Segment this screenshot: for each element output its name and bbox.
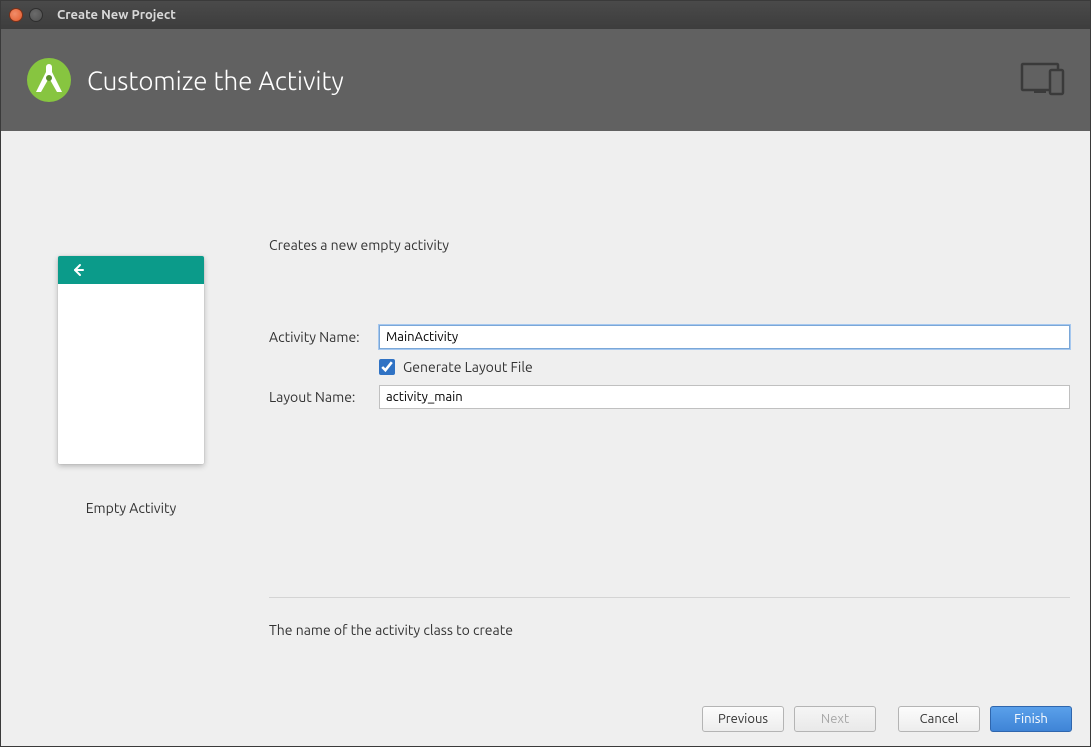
window-minimize-button[interactable] [29, 8, 43, 22]
wizard-footer: Previous Next Cancel Finish [1, 692, 1090, 746]
field-hint: The name of the activity class to create [269, 622, 1070, 638]
device-icon [1020, 61, 1066, 100]
next-button: Next [794, 706, 876, 732]
layout-name-input[interactable] [379, 385, 1070, 409]
activity-preview [58, 256, 204, 464]
activity-name-input[interactable] [379, 325, 1070, 349]
window-close-button[interactable] [9, 8, 23, 22]
divider [269, 597, 1070, 598]
wizard-header: Customize the Activity [1, 29, 1090, 131]
preview-body [58, 284, 204, 464]
android-studio-logo-icon [25, 56, 73, 104]
wizard-description: Creates a new empty activity [269, 237, 1070, 253]
preview-appbar [58, 256, 204, 284]
finish-button[interactable]: Finish [990, 706, 1072, 732]
generate-layout-label: Generate Layout File [403, 359, 533, 375]
previous-button[interactable]: Previous [702, 706, 784, 732]
preview-pane: Empty Activity [21, 161, 241, 692]
cancel-button[interactable]: Cancel [898, 706, 980, 732]
titlebar[interactable]: Create New Project [1, 1, 1090, 29]
back-arrow-icon [70, 262, 86, 278]
layout-name-label: Layout Name: [269, 389, 369, 405]
layout-name-row: Layout Name: [269, 385, 1070, 409]
activity-name-row: Activity Name: [269, 325, 1070, 349]
window-title: Create New Project [57, 8, 176, 22]
wizard-content: Empty Activity Creates a new empty activ… [1, 131, 1090, 692]
activity-name-label: Activity Name: [269, 329, 369, 345]
preview-caption: Empty Activity [86, 500, 177, 516]
dialog-window: Create New Project Customize the Activit… [0, 0, 1091, 747]
generate-layout-checkbox[interactable] [379, 359, 395, 375]
form-pane: Creates a new empty activity Activity Na… [269, 161, 1070, 692]
header-left: Customize the Activity [25, 56, 344, 104]
header-title: Customize the Activity [87, 66, 344, 95]
generate-layout-row: Generate Layout File [269, 359, 1070, 375]
